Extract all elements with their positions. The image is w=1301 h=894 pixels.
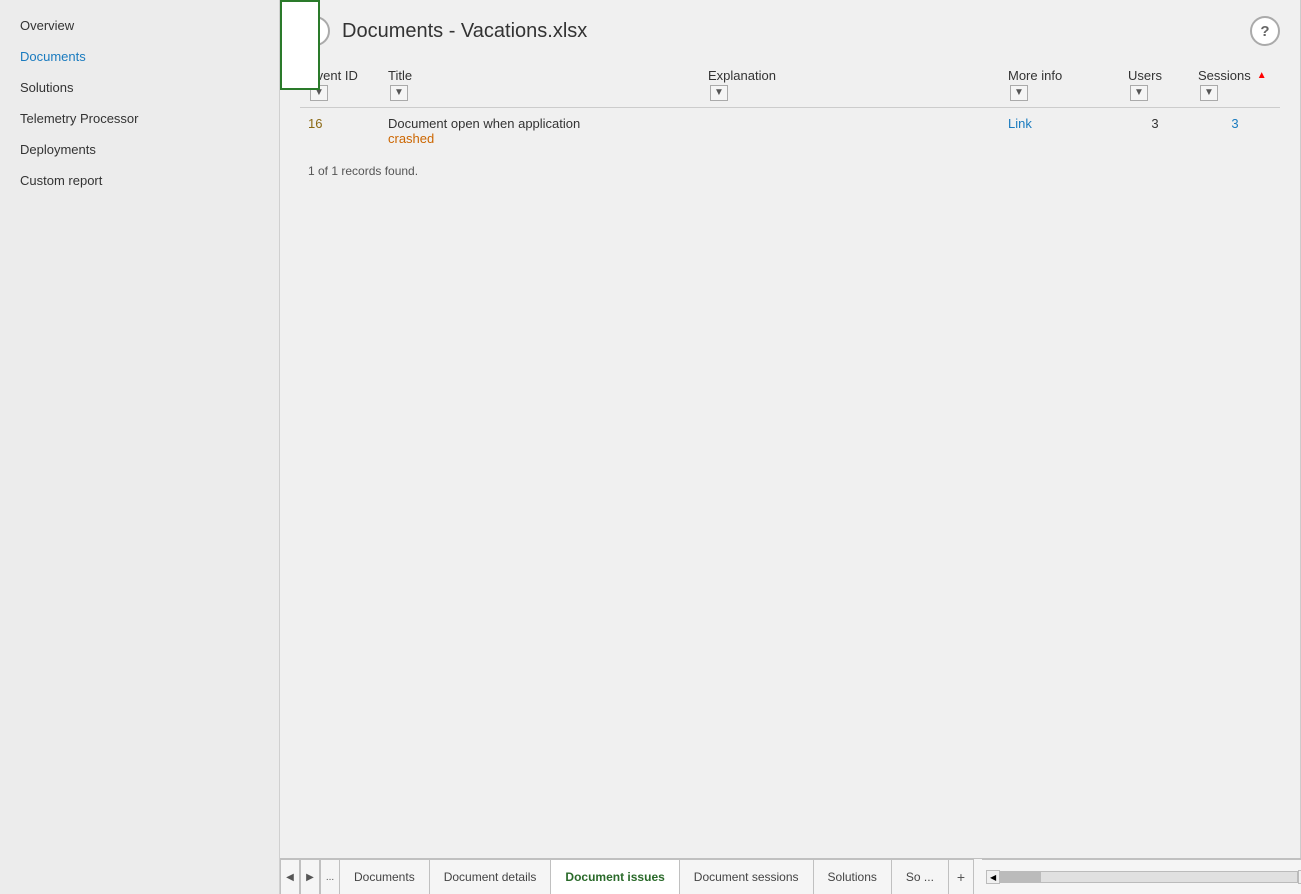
filter-title[interactable]: ▼ [390, 85, 408, 101]
sessions-link[interactable]: 3 [1231, 116, 1238, 131]
tab-scrollbar-track[interactable] [1000, 871, 1298, 883]
tab-prev-button[interactable]: ◀ [280, 859, 300, 894]
col-header-more-info: More info ▼ [1000, 62, 1120, 108]
tab-scrollbar-area: ◀ ▶ [982, 859, 1301, 894]
cell-explanation [700, 108, 1000, 155]
tab-so-more[interactable]: So ... [892, 859, 949, 894]
tab-document-sessions[interactable]: Document sessions [680, 859, 814, 894]
col-header-explanation: Explanation ▼ [700, 62, 1000, 108]
filter-sessions[interactable]: ▼ [1200, 85, 1218, 101]
tab-documents[interactable]: Documents [340, 859, 430, 894]
issues-table: Event ID ▼ Title ▼ [300, 62, 1280, 154]
sidebar-item-deployments[interactable]: Deployments [0, 134, 279, 165]
col-header-users: Users ▼ [1120, 62, 1190, 108]
sidebar-item-solutions[interactable]: Solutions [0, 72, 279, 103]
sidebar-item-documents[interactable]: Documents [0, 41, 279, 72]
tab-separator [974, 859, 982, 894]
sidebar: Overview Documents Solutions Telemetry P… [0, 0, 280, 894]
filter-more-info[interactable]: ▼ [1010, 85, 1028, 101]
tab-document-issues[interactable]: Document issues [551, 859, 679, 894]
filter-explanation[interactable]: ▼ [710, 85, 728, 101]
col-header-title: Title ▼ [380, 62, 700, 108]
sidebar-item-custom-report[interactable]: Custom report [0, 165, 279, 196]
cell-sessions: 3 [1190, 108, 1280, 155]
col-header-sessions: Sessions ▲ ▼ [1190, 62, 1280, 108]
tab-document-details[interactable]: Document details [430, 859, 552, 894]
content-header: ← Documents - Vacations.xlsx ? [280, 0, 1300, 62]
tab-more-nav-button[interactable]: ... [320, 859, 340, 894]
title-crashed: crashed [388, 131, 434, 146]
tab-solutions[interactable]: Solutions [814, 859, 892, 894]
sidebar-item-telemetry[interactable]: Telemetry Processor [0, 103, 279, 134]
page-title: Documents - Vacations.xlsx [342, 20, 1238, 43]
cell-more-info: Link [1000, 108, 1120, 155]
cell-event-id: 16 [300, 108, 380, 155]
tab-add-button[interactable]: + [949, 859, 974, 894]
tab-bar: ◀ ▶ ... Documents Document details Docum… [280, 858, 1301, 894]
tab-scroll-left-button[interactable]: ◀ [986, 870, 1000, 884]
cell-users: 3 [1120, 108, 1190, 155]
filter-users[interactable]: ▼ [1130, 85, 1148, 101]
more-info-link[interactable]: Link [1008, 116, 1032, 131]
help-icon: ? [1260, 23, 1269, 40]
help-button[interactable]: ? [1250, 16, 1280, 46]
records-found: 1 of 1 records found. [300, 154, 1280, 188]
table-row: 16 Document open when application crashe… [300, 108, 1280, 155]
sessions-sort-indicator: ▲ [1257, 70, 1267, 81]
cell-title: Document open when application crashed [380, 108, 700, 155]
main-table-container: Event ID ▼ Title ▼ [280, 62, 1300, 858]
title-text-plain: Document open when application [388, 116, 580, 131]
tab-scrollbar-thumb[interactable] [1001, 872, 1041, 882]
sidebar-item-overview[interactable]: Overview [0, 10, 279, 41]
green-selection-box [280, 0, 320, 90]
tab-next-button[interactable]: ▶ [300, 859, 320, 894]
